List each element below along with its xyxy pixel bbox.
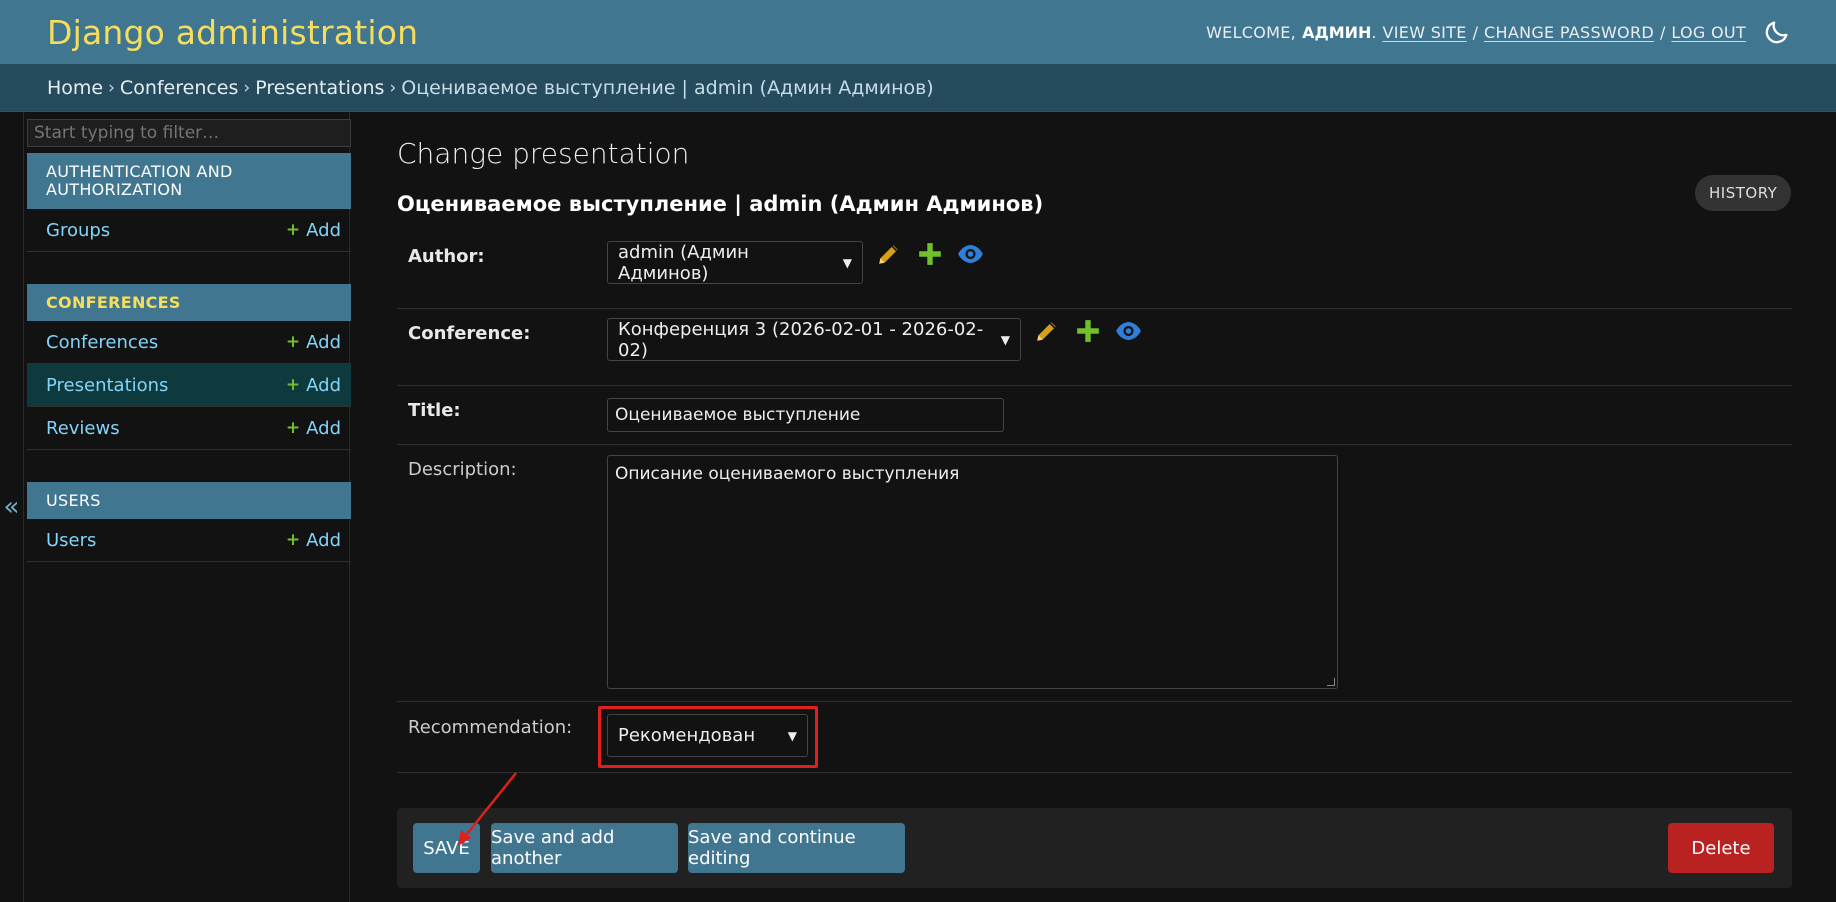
module-caption-auth[interactable]: AUTHENTICATION AND AUTHORIZATION	[27, 153, 351, 209]
add-review-link[interactable]: + Add	[286, 418, 341, 439]
sidebar-item-presentations: Presentations + Add	[27, 364, 351, 407]
sidebar-link-reviews[interactable]: Reviews	[46, 418, 120, 439]
module-caption-users[interactable]: USERS	[27, 482, 351, 519]
main-content: Change presentation Оцениваемое выступле…	[397, 112, 1792, 888]
sidebar-link-users[interactable]: Users	[46, 530, 96, 551]
breadcrumb-conferences[interactable]: Conferences	[120, 77, 238, 99]
chevron-down-icon: ▼	[1000, 332, 1010, 347]
pencil-icon[interactable]	[1033, 317, 1060, 344]
add-label: Add	[306, 529, 341, 551]
breadcrumb: Home › Conferences › Presentations › Оце…	[0, 64, 1836, 112]
moon-icon[interactable]	[1762, 17, 1792, 47]
title-label: Title:	[408, 400, 461, 421]
delete-button[interactable]: Delete	[1668, 823, 1774, 873]
module-conferences: CONFERENCES Conferences + Add Presentatio…	[27, 284, 351, 450]
author-related-icons	[875, 240, 984, 267]
plus-icon: +	[285, 220, 301, 240]
add-user-link[interactable]: + Add	[286, 530, 341, 551]
highlight-box	[598, 706, 818, 768]
add-label: Add	[306, 331, 341, 353]
recommendation-label: Recommendation:	[408, 717, 573, 738]
pencil-icon[interactable]	[875, 240, 902, 267]
user-tools: WELCOME, АДМИН. VIEW SITE / CHANGE PASSW…	[1206, 17, 1792, 47]
welcome-text: WELCOME,	[1206, 22, 1297, 42]
plus-icon[interactable]	[1074, 317, 1101, 344]
nav-sidebar: AUTHENTICATION AND AUTHORIZATION Groups …	[24, 112, 351, 902]
save-button[interactable]: SAVE	[413, 823, 480, 873]
add-conference-link[interactable]: + Add	[286, 332, 341, 353]
header: Django administration WELCOME, АДМИН. VI…	[0, 0, 1836, 64]
object-title: Оцениваемое выступление | admin (Админ А…	[397, 192, 1044, 216]
plus-icon: +	[285, 418, 301, 438]
form-row-description: Description: Описание оцениваемого высту…	[397, 445, 1792, 702]
sidebar-link-presentations[interactable]: Presentations	[46, 375, 168, 396]
sidebar-item-users: Users + Add	[27, 519, 351, 562]
add-label: Add	[306, 417, 341, 439]
add-group-link[interactable]: + Add	[286, 220, 341, 241]
form-row-recommendation: Recommendation: Рекомендован ▼	[397, 702, 1792, 773]
conference-label: Conference:	[408, 323, 531, 344]
form-row-conference: Conference: Конференция 3 (2026-02-01 - …	[397, 309, 1792, 386]
breadcrumb-current: Оцениваемое выступление | admin (Админ А…	[401, 76, 934, 99]
add-label: Add	[306, 219, 341, 241]
eye-icon[interactable]	[957, 240, 984, 267]
module-auth: AUTHENTICATION AND AUTHORIZATION Groups …	[27, 153, 351, 252]
conference-select[interactable]: Конференция 3 (2026-02-01 - 2026-02-02) ▼	[607, 318, 1021, 361]
title-input[interactable]: Оцениваемое выступление	[607, 398, 1004, 432]
add-label: Add	[306, 374, 341, 396]
description-text: Описание оцениваемого выступления	[615, 464, 960, 484]
description-textarea[interactable]: Описание оцениваемого выступления	[607, 455, 1338, 689]
sidebar-item-groups: Groups + Add	[27, 209, 351, 252]
sidebar-item-conferences: Conferences + Add	[27, 321, 351, 364]
chevron-down-icon: ▼	[842, 255, 852, 270]
resize-handle[interactable]	[1327, 678, 1335, 686]
add-presentation-link[interactable]: + Add	[286, 375, 341, 396]
eye-icon[interactable]	[1115, 317, 1142, 344]
form-row-author: Author: admin (Админ Админов) ▼	[397, 234, 1792, 309]
plus-icon: +	[285, 375, 301, 395]
author-label: Author:	[408, 246, 485, 267]
page-title: Change presentation	[397, 137, 690, 170]
breadcrumb-home[interactable]: Home	[47, 77, 103, 99]
history-button[interactable]: HISTORY	[1695, 175, 1792, 211]
plus-icon: +	[285, 332, 301, 352]
site-branding[interactable]: Django administration	[47, 13, 418, 52]
breadcrumb-separator: ›	[243, 77, 251, 98]
description-label: Description:	[408, 459, 517, 480]
module-users: USERS Users + Add	[27, 482, 351, 562]
conference-select-value: Конференция 3 (2026-02-01 - 2026-02-02)	[618, 318, 984, 361]
sidebar-link-groups[interactable]: Groups	[46, 220, 110, 241]
nav-filter-input[interactable]	[27, 119, 351, 147]
toggle-sidebar-button[interactable]: «	[0, 112, 24, 902]
log-out-link[interactable]: LOG OUT	[1671, 23, 1746, 42]
separator: /	[1660, 22, 1666, 42]
view-site-link[interactable]: VIEW SITE	[1383, 23, 1467, 42]
username: АДМИН	[1302, 22, 1372, 42]
author-select-value: admin (Админ Админов)	[618, 241, 749, 284]
sidebar-link-conferences[interactable]: Conferences	[46, 332, 158, 353]
breadcrumb-separator: ›	[108, 77, 115, 98]
form-row-title: Title: Оцениваемое выступление	[397, 386, 1792, 445]
plus-icon: +	[285, 530, 301, 550]
breadcrumb-separator: ›	[389, 77, 397, 98]
welcome-dot: .	[1371, 22, 1377, 42]
separator: /	[1472, 22, 1479, 42]
sidebar-item-reviews: Reviews + Add	[27, 407, 351, 450]
save-and-continue-editing-button[interactable]: Save and continue editing	[688, 823, 905, 873]
conference-related-icons	[1033, 317, 1142, 344]
submit-row: SAVE Save and add another Save and conti…	[397, 808, 1792, 888]
breadcrumb-presentations[interactable]: Presentations	[255, 77, 384, 99]
change-password-link[interactable]: CHANGE PASSWORD	[1484, 23, 1654, 42]
author-select[interactable]: admin (Админ Админов) ▼	[607, 241, 863, 284]
module-caption-conferences[interactable]: CONFERENCES	[27, 284, 351, 321]
save-and-add-another-button[interactable]: Save and add another	[491, 823, 678, 873]
plus-icon[interactable]	[916, 240, 943, 267]
chevron-double-left-icon: «	[3, 492, 20, 522]
